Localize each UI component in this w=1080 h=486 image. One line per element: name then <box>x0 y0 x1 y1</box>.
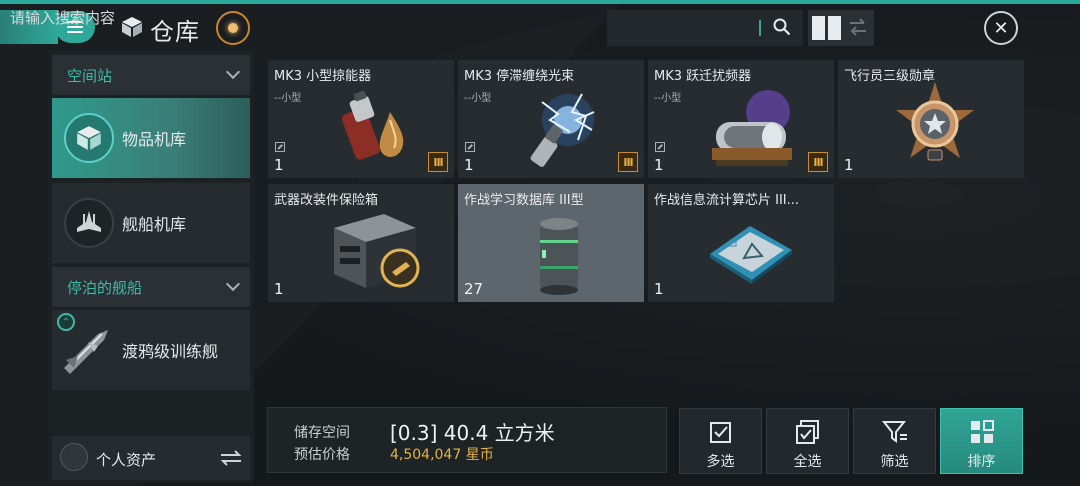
action-label: 多选 <box>706 454 735 470</box>
sidebar-item-label: 渡鸦级训练舰 <box>122 342 219 361</box>
item-quantity: 1 <box>274 280 284 298</box>
item-quantity: 1 <box>464 156 474 174</box>
sort-button[interactable]: 排序 <box>940 408 1023 474</box>
item-card-combat-database[interactable]: 作战学习数据库 III型 27 <box>458 184 644 302</box>
sidebar-section-docked-ships[interactable]: 停泊的舰船 <box>52 267 250 307</box>
target-icon[interactable] <box>216 11 250 45</box>
multi-select-button[interactable]: 多选 <box>679 408 762 474</box>
estimated-price-label: 预估价格 <box>294 447 350 463</box>
lock-icon <box>465 142 475 152</box>
sort-icon <box>971 420 994 443</box>
action-label: 全选 <box>793 454 822 470</box>
sidebar-item-raven-trainer[interactable]: 渡鸦级训练舰 <box>52 310 250 390</box>
item-size: --小型 <box>654 93 682 104</box>
sidebar-item-item-hangar[interactable]: 物品机库 <box>52 98 250 178</box>
stasis-webifier-icon <box>530 93 595 167</box>
item-name: 作战学习数据库 III型 <box>464 193 584 208</box>
item-name: 作战信息流计算芯片 III... <box>654 193 800 208</box>
swap-icon[interactable] <box>218 449 244 467</box>
safe-box-icon <box>334 214 420 288</box>
lock-icon <box>275 142 285 152</box>
sidebar-item-label: 物品机库 <box>122 130 187 149</box>
estimated-price: 4,504,047 星币 <box>390 447 494 463</box>
item-size: --小型 <box>464 93 492 104</box>
warp-scrambler-icon <box>712 90 792 166</box>
sidebar-section-label: 空间站 <box>67 66 113 85</box>
item-quantity: 1 <box>844 156 854 174</box>
chip-icon <box>710 226 792 284</box>
storage-capacity: [0.3] 40.4 立方米 <box>390 421 555 445</box>
tier-badge: III <box>808 152 828 172</box>
search-input[interactable] <box>10 8 150 28</box>
chevron-down-icon <box>225 64 241 80</box>
item-card-warp-scrambler[interactable]: MK3 跃迁扰频器 --小型 1 III <box>648 60 834 178</box>
item-card-energy-neutralizer[interactable]: MK3 小型掠能器 --小型 1 III <box>268 60 454 178</box>
storage-space-label: 储存空间 <box>294 425 350 441</box>
item-card-stasis-webifier[interactable]: MK3 停滞缠绕光束 --小型 1 III <box>458 60 644 178</box>
multi-select-icon <box>710 422 731 443</box>
medal-icon <box>896 82 974 161</box>
action-label: 筛选 <box>880 454 909 470</box>
select-all-button[interactable]: 全选 <box>766 408 849 474</box>
item-quantity: 1 <box>654 280 664 298</box>
item-quantity: 1 <box>274 156 284 174</box>
page-title: 仓库 <box>150 18 200 46</box>
close-button[interactable]: ✕ <box>984 11 1018 45</box>
select-all-icon <box>796 420 819 444</box>
item-size: --小型 <box>274 93 302 104</box>
assets-label: 个人资产 <box>96 451 157 469</box>
top-accent-line <box>0 0 1080 4</box>
cube-icon <box>64 113 114 163</box>
action-label: 排序 <box>967 454 996 470</box>
search-separator <box>759 20 761 36</box>
sidebar-item-ship-hangar[interactable]: 舰船机库 <box>52 183 250 263</box>
item-card-pilot-medal[interactable]: 飞行员三级勋章 1 <box>838 60 1024 178</box>
item-card-combat-info-chip[interactable]: 作战信息流计算芯片 III... 1 <box>648 184 834 302</box>
ship-icon <box>64 198 114 248</box>
assets-icon <box>60 443 88 471</box>
sidebar-item-label: 舰船机库 <box>122 215 187 234</box>
sidebar-section-label: 停泊的舰船 <box>67 278 143 297</box>
tier-badge: III <box>428 152 448 172</box>
close-icon: ✕ <box>993 17 1009 39</box>
grid-view-icon[interactable] <box>812 16 842 40</box>
search-icon[interactable] <box>773 18 791 36</box>
tier-badge: III <box>618 152 638 172</box>
item-card-weapon-mod-safe[interactable]: 武器改装件保险箱 1 <box>268 184 454 302</box>
chevron-down-icon <box>225 276 241 292</box>
swap-icon[interactable] <box>848 16 868 38</box>
item-quantity: 27 <box>464 280 484 298</box>
filter-button[interactable]: 筛选 <box>853 408 936 474</box>
data-cylinder-icon <box>540 218 578 295</box>
item-quantity: 1 <box>654 156 664 174</box>
filter-icon <box>882 421 907 443</box>
sidebar-section-station[interactable]: 空间站 <box>52 55 250 95</box>
lock-icon <box>655 142 665 152</box>
energy-neutralizer-icon <box>341 90 404 160</box>
level-up-badge-icon: ⌃ <box>57 313 75 331</box>
